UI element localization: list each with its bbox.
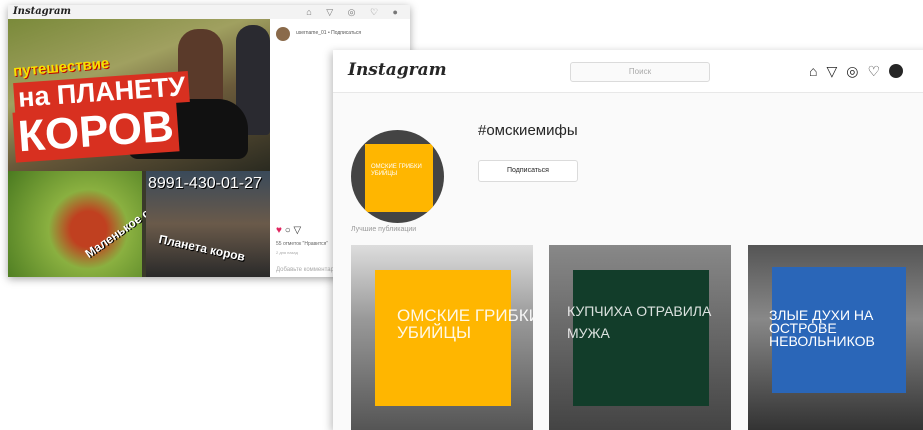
nav-icons: ⌂ ▽ ◎ ♡ bbox=[809, 62, 904, 80]
hashtag-profile-image: ОМСКИЕ ГРИБКИ УБИЙЦЫ bbox=[351, 130, 444, 223]
comment-icon[interactable]: ○ bbox=[285, 225, 291, 236]
hashtag-title: #омскиемифы bbox=[478, 122, 578, 139]
follow-button[interactable]: Подписаться bbox=[478, 160, 578, 182]
explore-icon[interactable]: ◎ bbox=[846, 62, 858, 80]
avatar[interactable] bbox=[889, 64, 904, 78]
post-tile[interactable]: ОМСКИЕ ГРИБКИ УБИЙЦЫ bbox=[351, 245, 533, 430]
home-icon[interactable]: ⌂ bbox=[809, 62, 817, 80]
tile-text: КУПЧИХА ОТРАВИЛА МУЖА bbox=[567, 303, 712, 341]
post-tile[interactable]: КУПЧИХА ОТРАВИЛА МУЖА bbox=[549, 245, 731, 430]
post-photo[interactable]: путешествие на ПЛАНЕТУ КОРОВ Маленькое с… bbox=[8, 19, 270, 277]
top-nav: Instagram Поиск ⌂ ▽ ◎ ♡ bbox=[333, 50, 923, 93]
instagram-logo[interactable]: Instagram bbox=[348, 60, 447, 80]
avatar[interactable] bbox=[276, 27, 290, 41]
post-actions: ♥ ○ ▽ bbox=[276, 225, 301, 236]
profile-image-text: ОМСКИЕ ГРИБКИ УБИЙЦЫ bbox=[371, 164, 422, 177]
profile-image-square bbox=[365, 144, 433, 212]
back-window-topbar: Instagram ⌂ ▽ ◎ ♡ ● bbox=[8, 5, 410, 20]
direct-icon[interactable]: ▽ bbox=[826, 62, 837, 80]
share-icon[interactable]: ▽ bbox=[294, 225, 302, 236]
photo-phone-number: 8991-430-01-27 bbox=[148, 175, 262, 192]
tile-text: ЗЛЫЕ ДУХИ НА ОСТРОВЕ НЕВОЛЬНИКОВ bbox=[769, 307, 875, 349]
post-tile[interactable]: ЗЛЫЕ ДУХИ НА ОСТРОВЕ НЕВОЛЬНИКОВ bbox=[748, 245, 923, 430]
instagram-logo[interactable]: Instagram bbox=[13, 6, 71, 17]
like-heart-icon[interactable]: ♥ bbox=[276, 225, 282, 236]
post-username[interactable]: username_01 • Подписаться bbox=[296, 30, 361, 36]
front-window: Instagram Поиск ⌂ ▽ ◎ ♡ ОМСКИЕ ГРИБКИ УБ… bbox=[333, 50, 923, 430]
top-posts-label: Лучшие публикации bbox=[351, 226, 417, 233]
nav-icons[interactable]: ⌂ ▽ ◎ ♡ ● bbox=[306, 7, 404, 18]
search-input[interactable]: Поиск bbox=[570, 62, 710, 82]
post-date: 2 дня назад bbox=[276, 250, 298, 255]
likes-count: 55 отметок "Нравится" bbox=[276, 241, 329, 247]
tile-text: ОМСКИЕ ГРИБКИ УБИЙЦЫ bbox=[397, 306, 533, 342]
heart-icon[interactable]: ♡ bbox=[867, 62, 880, 80]
